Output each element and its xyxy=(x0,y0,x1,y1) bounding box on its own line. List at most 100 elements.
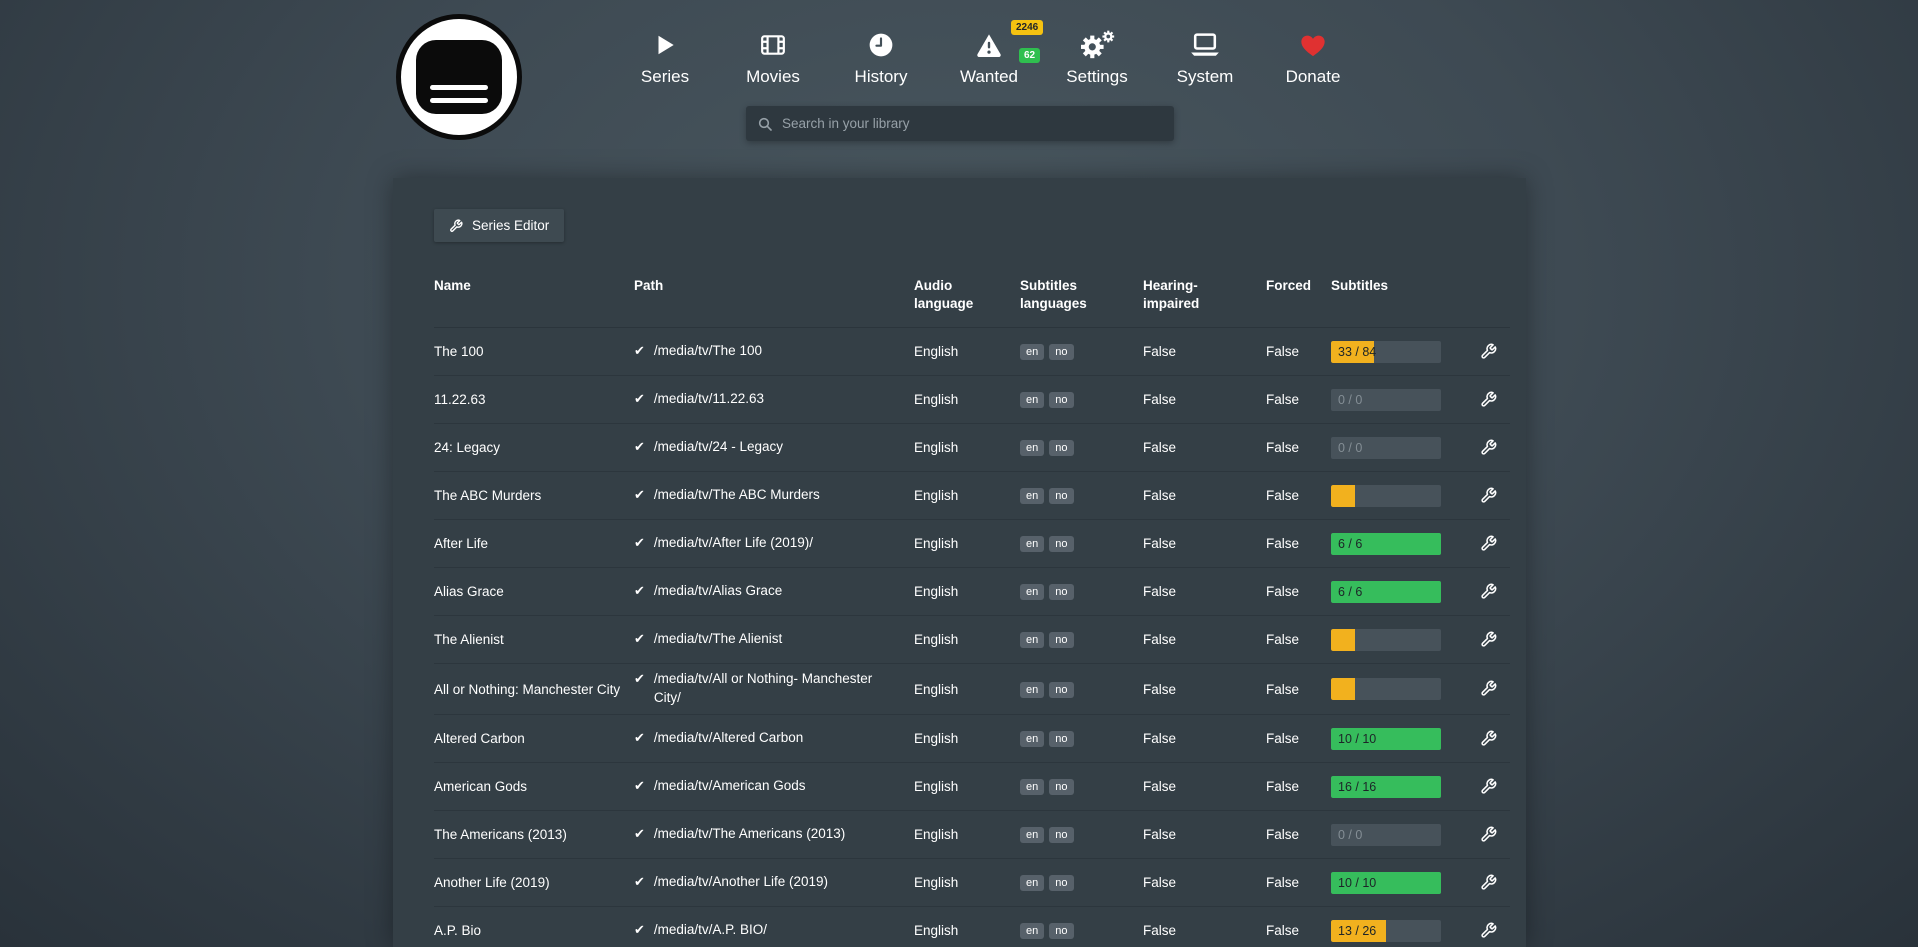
audio-language: English xyxy=(914,731,1020,746)
forced-value: False xyxy=(1266,682,1331,697)
series-name-link[interactable]: The Americans (2013) xyxy=(434,827,634,842)
wrench-icon[interactable] xyxy=(1480,485,1497,504)
progress-label: 10 / 10 xyxy=(1338,872,1376,894)
series-name-link[interactable]: All or Nothing: Manchester City xyxy=(434,682,634,697)
forced-value: False xyxy=(1266,875,1331,890)
wrench-icon[interactable] xyxy=(1480,341,1497,360)
col-header-subtitles-languages: Subtitles languages xyxy=(1020,277,1143,313)
language-badge: en xyxy=(1020,632,1044,648)
laptop-icon xyxy=(1151,26,1259,64)
subtitles-progress-bar: 0 / 0 xyxy=(1331,389,1441,411)
progress-label: 13 / 26 xyxy=(1338,920,1376,942)
nav-item-system[interactable]: System xyxy=(1151,26,1259,87)
col-header-subtitles: Subtitles xyxy=(1331,277,1464,295)
audio-language: English xyxy=(914,584,1020,599)
bazarr-logo[interactable] xyxy=(396,14,522,140)
hearing-impaired-value: False xyxy=(1143,682,1266,697)
series-name-link[interactable]: American Gods xyxy=(434,779,634,794)
subtitles-progress-bar: 13 / 26 xyxy=(1331,920,1441,942)
subtitle-languages: enno xyxy=(1020,922,1143,939)
forced-value: False xyxy=(1266,536,1331,551)
series-name-link[interactable]: Alias Grace xyxy=(434,584,634,599)
language-badge: en xyxy=(1020,827,1044,843)
wrench-icon[interactable] xyxy=(1480,678,1497,697)
series-path-text: /media/tv/American Gods xyxy=(654,777,806,796)
col-header-audio-language: Audio language xyxy=(914,277,1020,313)
wrench-icon[interactable] xyxy=(1480,389,1497,408)
table-row: Another Life (2019) ✔ /media/tv/Another … xyxy=(434,859,1510,907)
series-name-link[interactable]: The 100 xyxy=(434,344,634,359)
audio-language: English xyxy=(914,827,1020,842)
language-badge: no xyxy=(1049,536,1073,552)
nav-label: Donate xyxy=(1259,67,1367,87)
series-name-link[interactable]: 24: Legacy xyxy=(434,440,634,455)
nav-item-wanted[interactable]: Wanted 2246 62 xyxy=(935,26,1043,87)
language-badge: en xyxy=(1020,536,1044,552)
check-icon: ✔ xyxy=(634,670,645,688)
audio-language: English xyxy=(914,923,1020,938)
progress-label: 0 / 0 xyxy=(1338,437,1362,459)
series-path-text: /media/tv/All or Nothing- Manchester Cit… xyxy=(654,670,902,708)
subtitle-languages: enno xyxy=(1020,681,1143,698)
subtitle-languages: enno xyxy=(1020,778,1143,795)
subtitle-languages: enno xyxy=(1020,631,1143,648)
col-header-path: Path xyxy=(634,277,914,295)
series-path-text: /media/tv/The ABC Murders xyxy=(654,486,820,505)
wrench-icon[interactable] xyxy=(1480,872,1497,891)
language-badge: en xyxy=(1020,440,1044,456)
subtitles-progress-cell: 33 / 84 xyxy=(1331,341,1464,363)
series-name-link[interactable]: Altered Carbon xyxy=(434,731,634,746)
series-name-link[interactable]: A.P. Bio xyxy=(434,923,634,938)
subtitles-progress-cell: 13 / 26 xyxy=(1331,920,1464,942)
table-row: 11.22.63 ✔ /media/tv/11.22.63 English en… xyxy=(434,376,1510,424)
check-icon: ✔ xyxy=(634,582,645,600)
nav-item-settings[interactable]: Settings xyxy=(1043,26,1151,87)
wrench-icon[interactable] xyxy=(1480,776,1497,795)
series-path: ✔ /media/tv/The Americans (2013) xyxy=(634,825,914,844)
subtitle-languages: enno xyxy=(1020,826,1143,843)
nav-label: Movies xyxy=(719,67,827,87)
series-name-link[interactable]: The Alienist xyxy=(434,632,634,647)
series-path-text: /media/tv/After Life (2019)/ xyxy=(654,534,813,553)
check-icon: ✔ xyxy=(634,630,645,648)
subtitles-progress-cell xyxy=(1331,629,1464,651)
check-icon: ✔ xyxy=(634,921,645,939)
series-path: ✔ /media/tv/The 100 xyxy=(634,342,914,361)
series-name-link[interactable]: 11.22.63 xyxy=(434,392,634,407)
col-header-hearing-impaired: Hearing-impaired xyxy=(1143,277,1266,313)
language-badge: en xyxy=(1020,682,1044,698)
series-name-link[interactable]: Another Life (2019) xyxy=(434,875,634,890)
nav-item-donate[interactable]: Donate xyxy=(1259,26,1367,87)
series-name-link[interactable]: The ABC Murders xyxy=(434,488,634,503)
audio-language: English xyxy=(914,392,1020,407)
hearing-impaired-value: False xyxy=(1143,632,1266,647)
table-row: Altered Carbon ✔ /media/tv/Altered Carbo… xyxy=(434,715,1510,763)
series-name-link[interactable]: After Life xyxy=(434,536,634,551)
forced-value: False xyxy=(1266,779,1331,794)
nav-item-series[interactable]: Series xyxy=(611,26,719,87)
series-editor-label: Series Editor xyxy=(472,218,549,233)
logo-subtitle-line xyxy=(430,98,489,103)
wrench-icon[interactable] xyxy=(1480,437,1497,456)
series-path-text: /media/tv/Another Life (2019) xyxy=(654,873,828,892)
nav-item-history[interactable]: History xyxy=(827,26,935,87)
series-table: Name Path Audio language Subtitles langu… xyxy=(434,269,1510,947)
logo-subtitle-line xyxy=(430,85,489,90)
wrench-icon[interactable] xyxy=(1480,581,1497,600)
wrench-icon[interactable] xyxy=(1480,728,1497,747)
language-badge: en xyxy=(1020,731,1044,747)
wrench-icon[interactable] xyxy=(1480,920,1497,939)
language-badge: no xyxy=(1049,392,1073,408)
progress-fill xyxy=(1331,485,1355,507)
language-badge: no xyxy=(1049,632,1073,648)
wrench-icon[interactable] xyxy=(1480,629,1497,648)
nav-label: Settings xyxy=(1043,67,1151,87)
nav-item-movies[interactable]: Movies xyxy=(719,26,827,87)
search-input[interactable] xyxy=(782,116,1163,131)
hearing-impaired-value: False xyxy=(1143,875,1266,890)
wrench-icon[interactable] xyxy=(1480,824,1497,843)
wrench-icon[interactable] xyxy=(1480,533,1497,552)
series-path-text: /media/tv/Altered Carbon xyxy=(654,729,803,748)
language-badge: no xyxy=(1049,779,1073,795)
series-editor-button[interactable]: Series Editor xyxy=(434,209,564,242)
